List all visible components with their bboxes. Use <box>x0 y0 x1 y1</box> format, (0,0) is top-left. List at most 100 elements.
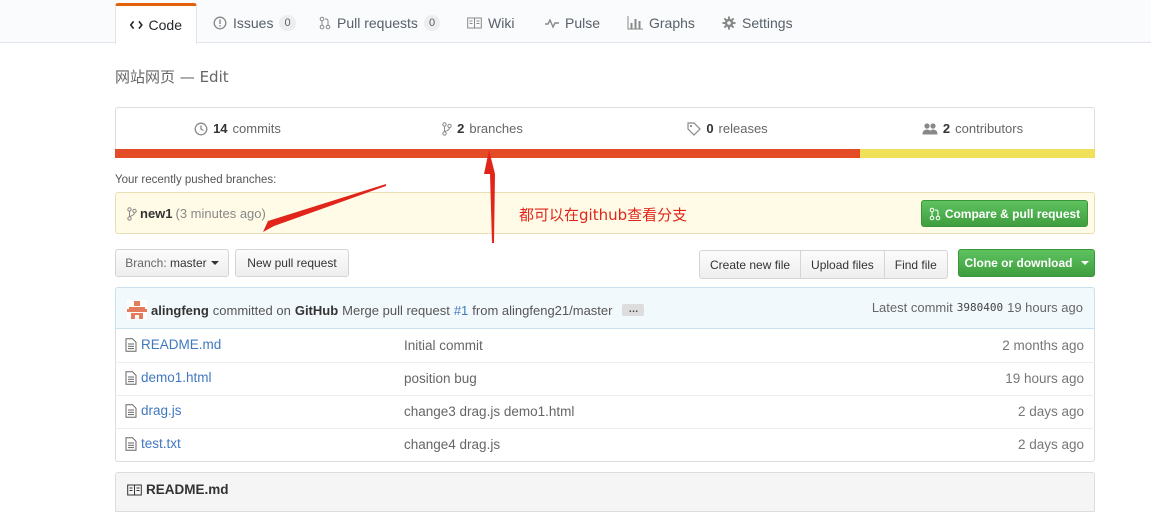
branch-prefix: Branch: <box>125 256 167 270</box>
recent-branch-name[interactable]: new1 <box>140 206 173 221</box>
avatar[interactable] <box>127 300 147 320</box>
people-icon <box>922 123 938 135</box>
branch-name: master <box>170 256 207 270</box>
table-row: drag.js change3 drag.js demo1.html 2 day… <box>115 395 1095 428</box>
releases-count: 0 <box>706 121 714 136</box>
file-commit-message[interactable]: position bug <box>404 371 477 386</box>
readme-title: README.md <box>127 482 229 497</box>
issues-counter: 0 <box>279 15 296 31</box>
edit-description-link[interactable]: — Edit <box>180 68 229 86</box>
tab-label: Pulse <box>565 15 601 31</box>
tab-pull-requests[interactable]: Pull requests 0 <box>305 3 454 43</box>
readme-title-text: README.md <box>146 482 229 497</box>
file-name: test.txt <box>141 436 181 451</box>
create-new-file-button[interactable]: Create new file <box>699 250 802 279</box>
contributors-count: 2 <box>942 121 951 136</box>
find-file-button[interactable]: Find file <box>883 250 948 279</box>
file-age: 2 days ago <box>1017 437 1084 452</box>
tab-label: Pull requests <box>337 15 418 31</box>
table-row: test.txt change4 drag.js 2 days ago <box>115 428 1095 461</box>
file-age: 19 hours ago <box>1005 371 1084 386</box>
chevron-down-icon <box>1080 261 1089 265</box>
file-link[interactable]: README.md <box>125 337 221 352</box>
issue-icon <box>213 16 227 30</box>
readme-header <box>115 472 1095 512</box>
new-pull-request-button[interactable]: New pull request <box>235 249 349 277</box>
file-commit-message[interactable]: Initial commit <box>404 338 483 353</box>
language-bar[interactable] <box>115 149 1095 158</box>
code-icon <box>130 20 143 30</box>
compare-pull-request-button[interactable]: Compare & pull request <box>921 200 1088 227</box>
tab-label: Issues <box>233 15 274 31</box>
commit-message-prefix[interactable]: Merge pull request <box>342 303 450 318</box>
file-commit-message[interactable]: change3 drag.js demo1.html <box>404 404 574 419</box>
file-age: 2 days ago <box>1017 404 1084 419</box>
branch-icon <box>127 206 137 221</box>
repo-description: 网站网页 — Edit <box>115 66 229 87</box>
branches-label: branches <box>469 121 523 136</box>
releases-link[interactable]: 0 releases <box>605 107 850 150</box>
commit-time: 19 hours ago <box>1007 300 1083 315</box>
expand-commit-button[interactable]: … <box>622 304 645 316</box>
table-row: demo1.html position bug 19 hours ago <box>115 362 1095 395</box>
table-row: README.md Initial commit 2 months ago <box>115 330 1095 363</box>
tab-pulse[interactable]: Pulse <box>531 3 614 43</box>
commit-author[interactable]: alingfeng <box>151 303 209 318</box>
contributors-label: contributors <box>955 121 1024 136</box>
file-commit-message[interactable]: change4 drag.js <box>404 437 500 452</box>
file-actions: Create new file Upload files Find file <box>699 250 948 279</box>
tab-issues[interactable]: Issues 0 <box>199 3 310 43</box>
file-link[interactable]: drag.js <box>125 403 182 418</box>
releases-label: releases <box>718 121 768 136</box>
commit-sha[interactable]: 3980400 <box>957 301 1003 314</box>
recent-branch-time: (3 minutes ago) <box>175 206 266 221</box>
clone-download-button[interactable]: Clone or download <box>958 249 1095 277</box>
tab-code[interactable]: Code <box>115 3 197 44</box>
file-link[interactable]: test.txt <box>125 436 181 451</box>
compare-button-label: Compare & pull request <box>944 206 1081 221</box>
tag-icon <box>687 121 702 136</box>
file-icon <box>125 436 137 451</box>
gear-icon <box>722 16 736 30</box>
commit-committed-on: committed on <box>212 302 291 318</box>
file-icon <box>125 370 137 385</box>
branch-select-button[interactable]: Branch: master <box>115 249 229 277</box>
tab-settings[interactable]: Settings <box>708 3 807 43</box>
tab-label: Wiki <box>488 15 515 31</box>
tab-graphs[interactable]: Graphs <box>613 3 709 43</box>
book-icon <box>467 17 482 29</box>
pull-request-icon <box>929 207 941 220</box>
file-icon <box>125 403 137 418</box>
pull-requests-counter: 0 <box>423 15 441 31</box>
commits-count: 14 <box>213 121 228 136</box>
file-link[interactable]: demo1.html <box>125 370 212 385</box>
language-bar-segment[interactable] <box>115 149 860 158</box>
recent-branch-item: new1 (3 minutes ago) <box>127 206 266 221</box>
recent-branches-label: Your recently pushed branches: <box>115 174 277 186</box>
commit-message-suffix[interactable]: from alingfeng21/master <box>472 303 612 318</box>
upload-files-button[interactable]: Upload files <box>800 250 885 279</box>
tab-wiki[interactable]: Wiki <box>453 3 528 43</box>
contributors-link[interactable]: 2 contributors <box>850 107 1095 150</box>
commit-pr-link[interactable]: #1 <box>454 303 468 318</box>
history-icon <box>194 122 208 135</box>
branch-icon <box>442 121 452 136</box>
commit-title: alingfeng committed on GitHub Merge pull… <box>127 300 645 320</box>
repo-description-text: 网站网页 <box>115 68 176 86</box>
graph-icon <box>627 16 643 30</box>
pull-request-icon <box>319 16 331 30</box>
annotation-note: 都可以在github查看分支 <box>519 206 688 224</box>
tab-label: Settings <box>742 15 793 31</box>
file-name: README.md <box>141 337 222 352</box>
latest-commit-info: Latest commit 3980400 19 hours ago <box>872 300 1083 315</box>
branches-link[interactable]: 2 branches <box>360 107 605 150</box>
commit-platform: GitHub <box>294 302 339 318</box>
pulse-icon <box>545 18 559 29</box>
commits-label: commits <box>232 121 281 136</box>
book-icon <box>127 484 142 495</box>
file-icon <box>125 337 137 352</box>
commits-link[interactable]: 14 commits <box>115 107 360 150</box>
language-bar-segment[interactable] <box>859 149 1095 158</box>
branches-count: 2 <box>457 121 465 136</box>
file-name: demo1.html <box>141 370 212 385</box>
